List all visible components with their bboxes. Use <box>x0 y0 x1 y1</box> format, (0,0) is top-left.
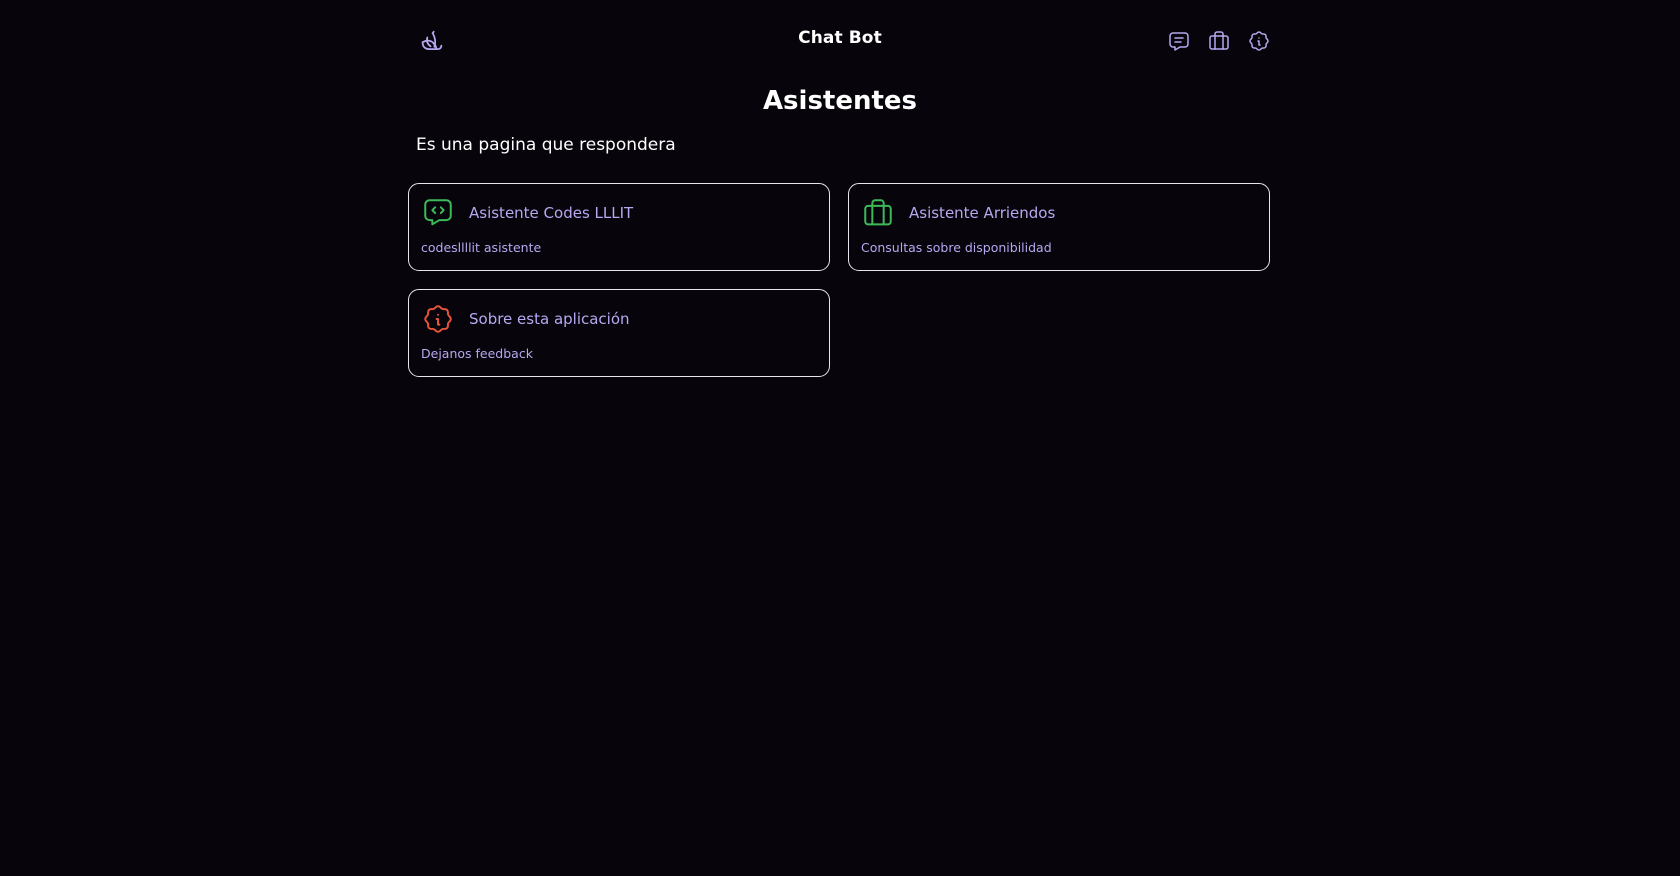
info-badge-icon <box>421 302 455 336</box>
card-asistente-codes[interactable]: Asistente Codes LLLIT codesllllit asiste… <box>408 183 830 271</box>
page-title: Asistentes <box>762 86 918 116</box>
navbar: Chat Bot <box>407 20 1273 62</box>
card-title: Sobre esta aplicación <box>469 310 630 328</box>
briefcase-icon <box>861 196 895 230</box>
card-title: Asistente Codes LLLIT <box>469 204 634 222</box>
card-asistente-arriendos[interactable]: Asistente Arriendos Consultas sobre disp… <box>848 183 1270 271</box>
card-sobre-aplicacion[interactable]: Sobre esta aplicación Dejanos feedback <box>408 289 830 377</box>
card-title: Asistente Arriendos <box>909 204 1056 222</box>
message-code-icon <box>421 196 455 230</box>
card-description: Dejanos feedback <box>421 346 533 361</box>
page-subtitle: Es una pagina que respondera <box>416 135 676 155</box>
info-badge-icon[interactable] <box>1245 27 1273 55</box>
app-title: Chat Bot <box>798 28 882 48</box>
message-code-icon[interactable] <box>1165 27 1193 55</box>
card-description: Consultas sobre disponibilidad <box>861 240 1052 255</box>
card-description: codesllllit asistente <box>421 240 542 255</box>
page: Chat Bot Asistentes Es una pagina que re… <box>0 0 1680 876</box>
nav-icon-group <box>1165 27 1273 55</box>
briefcase-icon[interactable] <box>1205 27 1233 55</box>
